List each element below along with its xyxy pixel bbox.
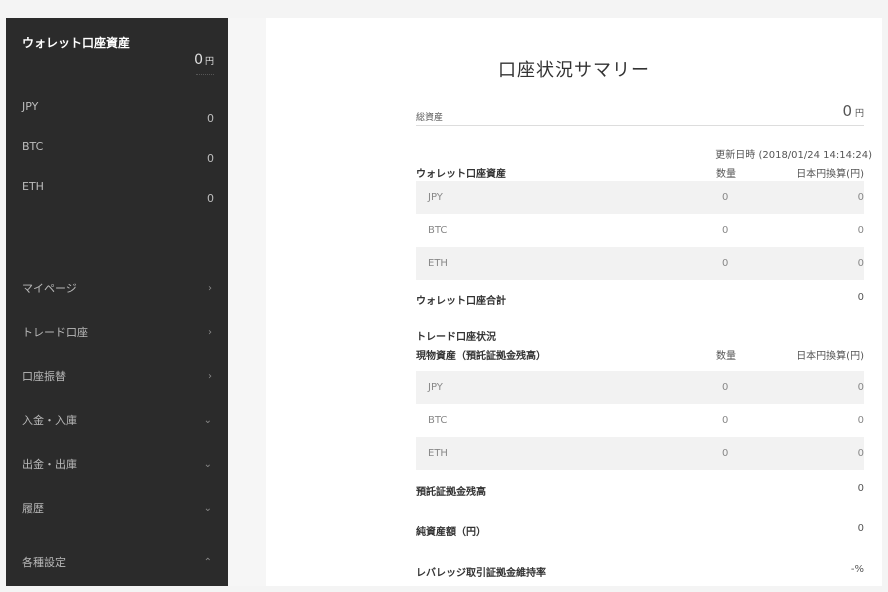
row-currency: JPY [428,382,443,393]
balance-currency: BTC [22,140,44,153]
nav-item-history[interactable]: 履歴 ⌄ [6,486,228,530]
table-row: ETH 0 0 [416,437,864,470]
wallet-assets-title: ウォレット口座資産 [22,36,131,50]
row-jpy: 0 [857,192,864,203]
table-row: JPY 0 0 [416,181,864,214]
nav-item-trade-account[interactable]: トレード口座 › [6,310,228,354]
row-currency: JPY [428,192,443,203]
nav-item-mypage[interactable]: マイページ › [6,266,228,310]
wallet-heading: ウォレット口座資産 [416,169,506,180]
trade-heading-row: トレード口座状況 [416,328,864,344]
main-content: 口座状況サマリー 総資産 0円 更新日時 (2018/01/24 14:14:2… [266,18,882,586]
deposit-margin-label: 預託証拠金残高 [416,487,486,498]
balance-row-btc: BTC 0 [22,140,214,170]
table-row: ETH 0 0 [416,247,864,280]
leverage-margin-row: レバレッジ取引証拠金維持率 -% [416,564,864,580]
total-assets-value: 0円 [842,102,864,120]
chevron-right-icon: › [208,326,212,338]
row-qty: 0 [722,192,729,203]
net-asset-row: 純資産額（円） 0 [416,523,864,539]
nav-item-label: マイページ [22,282,77,295]
row-currency: ETH [428,448,448,459]
row-qty: 0 [722,258,729,269]
trade-heading: トレード口座状況 [416,332,496,343]
row-currency: ETH [428,258,448,269]
table-row: JPY 0 0 [416,371,864,404]
total-assets-unit: 円 [854,109,864,119]
row-qty: 0 [722,415,729,426]
total-assets-label: 総資産 [416,113,444,123]
row-jpy: 0 [857,415,864,426]
row-qty: 0 [722,225,729,236]
row-jpy: 0 [857,448,864,459]
deposit-margin-row: 預託証拠金残高 0 [416,483,864,499]
content-gutter [228,18,266,586]
table-row: BTC 0 0 [416,404,864,437]
leverage-margin-label: レバレッジ取引証拠金維持率 [416,568,546,579]
row-jpy: 0 [857,225,864,236]
page-title: 口座状況サマリー [498,60,650,81]
nav-item-label: 出金・出庫 [22,458,77,471]
row-jpy: 0 [857,258,864,269]
balance-amount: 0 [207,152,214,165]
wallet-total-row: ウォレット口座合計 0 [416,292,864,308]
wallet-total-unit: 円 [204,57,214,67]
table-row: BTC 0 0 [416,214,864,247]
wallet-total-label: ウォレット口座合計 [416,296,506,307]
divider [196,74,214,75]
row-currency: BTC [428,225,448,236]
nav-item-label: 各種設定 [22,556,66,569]
nav-item-label: トレード口座 [22,326,88,339]
balance-currency: ETH [22,180,44,193]
wallet-total-value: 0 [857,292,864,303]
nav-item-label: 口座振替 [22,370,66,383]
net-asset-value: 0 [857,523,864,534]
column-header-qty: 数量 [716,169,736,180]
chevron-right-icon: › [208,282,212,294]
chevron-down-icon: ⌄ [203,414,212,426]
balance-row-eth: ETH 0 [22,180,214,210]
chevron-down-icon: ⌄ [203,458,212,470]
total-assets-row: 総資産 0円 [416,102,864,126]
net-asset-label: 純資産額（円） [416,527,486,538]
wallet-assets-total: 0円 [194,52,214,68]
wallet-total-value: 0 [194,52,203,68]
chevron-right-icon: › [208,370,212,382]
app-frame: ウォレット口座資産 0円 JPY 0 BTC 0 ETH 0 マイページ › ト… [6,18,882,586]
nav-item-settings[interactable]: 各種設定 ⌃ [6,540,228,584]
nav-item-label: 入金・入庫 [22,414,77,427]
row-qty: 0 [722,382,729,393]
balance-currency: JPY [22,100,39,113]
nav-item-label: 履歴 [22,502,44,515]
leverage-margin-value: -% [850,564,864,575]
row-qty: 0 [722,448,729,459]
trade-table-header: 現物資産（預託証拠金残高） 数量 日本円換算(円) [416,347,864,363]
balance-row-jpy: JPY 0 [22,100,214,130]
row-jpy: 0 [857,382,864,393]
column-header-jpy: 日本円換算(円) [796,351,864,362]
updated-timestamp: 更新日時 (2018/01/24 14:14:24) [715,150,872,161]
trade-subheading: 現物資産（預託証拠金残高） [416,351,546,362]
nav-item-withdraw[interactable]: 出金・出庫 ⌄ [6,442,228,486]
chevron-down-icon: ⌄ [203,502,212,514]
chevron-up-icon: ⌃ [203,556,212,568]
nav-item-deposit[interactable]: 入金・入庫 ⌄ [6,398,228,442]
column-header-jpy: 日本円換算(円) [796,169,864,180]
row-currency: BTC [428,415,448,426]
nav-item-account-transfer[interactable]: 口座振替 › [6,354,228,398]
balance-amount: 0 [207,192,214,205]
sidebar: ウォレット口座資産 0円 JPY 0 BTC 0 ETH 0 マイページ › ト… [6,18,228,586]
wallet-table-header: ウォレット口座資産 数量 日本円換算(円) [416,165,864,181]
balance-amount: 0 [207,112,214,125]
deposit-margin-value: 0 [857,483,864,494]
total-assets-number: 0 [842,102,852,120]
column-header-qty: 数量 [716,351,736,362]
